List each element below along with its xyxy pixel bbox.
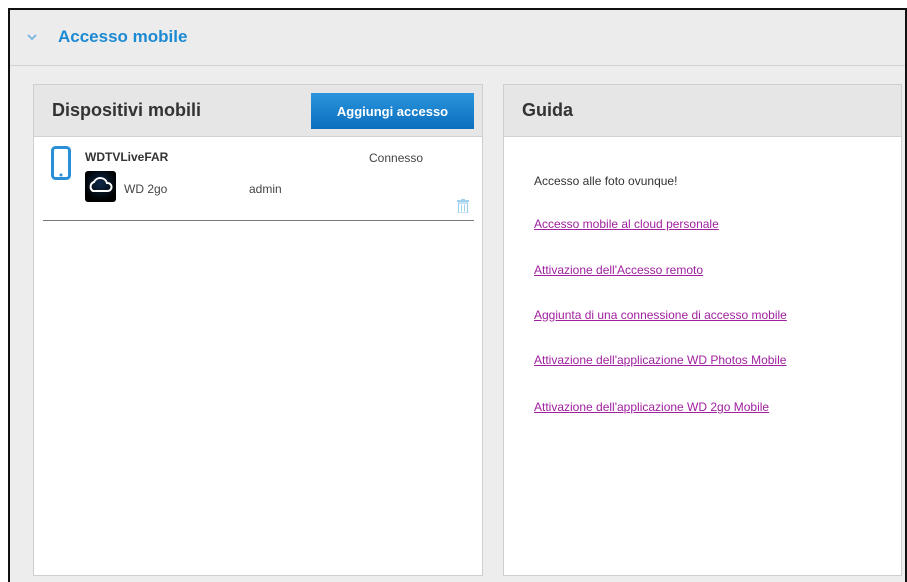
guide-panel: Guida Accesso alle foto ovunque! Accesso… [503,84,902,576]
devices-panel: Dispositivi mobili Aggiungi accesso WDTV… [33,84,483,576]
app-name: WD 2go [124,182,168,196]
device-row[interactable]: WDTVLiveFAR Connesso WD 2go admin [43,136,474,221]
device-name: WDTVLiveFAR [85,150,169,164]
section-title[interactable]: Accesso mobile [58,27,187,47]
guide-link[interactable]: Attivazione dell'applicazione WD 2go Mob… [534,400,769,414]
devices-panel-title: Dispositivi mobili [52,100,202,120]
phone-icon [51,146,71,180]
trash-icon[interactable] [457,199,469,213]
guide-link[interactable]: Accesso mobile al cloud personale [534,217,719,231]
guide-panel-header: Guida [504,85,901,137]
devices-panel-header: Dispositivi mobili Aggiungi accesso [34,85,482,137]
device-status: Connesso [369,151,424,165]
cloud-app-icon [85,171,116,202]
guide-link[interactable]: Attivazione dell'Accesso remoto [534,263,703,277]
guide-panel-title: Guida [522,100,574,120]
app-frame: Accesso mobile Dispositivi mobili Aggiun… [8,8,907,582]
section-header[interactable]: Accesso mobile [10,10,905,66]
guide-link[interactable]: Attivazione dell'applicazione WD Photos … [534,353,786,367]
chevron-down-icon[interactable] [27,32,37,42]
guide-link[interactable]: Aggiunta di una connessione di accesso m… [534,308,787,322]
add-access-button[interactable]: Aggiungi accesso [311,93,474,129]
app-user: admin [249,182,282,196]
guide-intro: Accesso alle foto ovunque! [534,174,678,188]
